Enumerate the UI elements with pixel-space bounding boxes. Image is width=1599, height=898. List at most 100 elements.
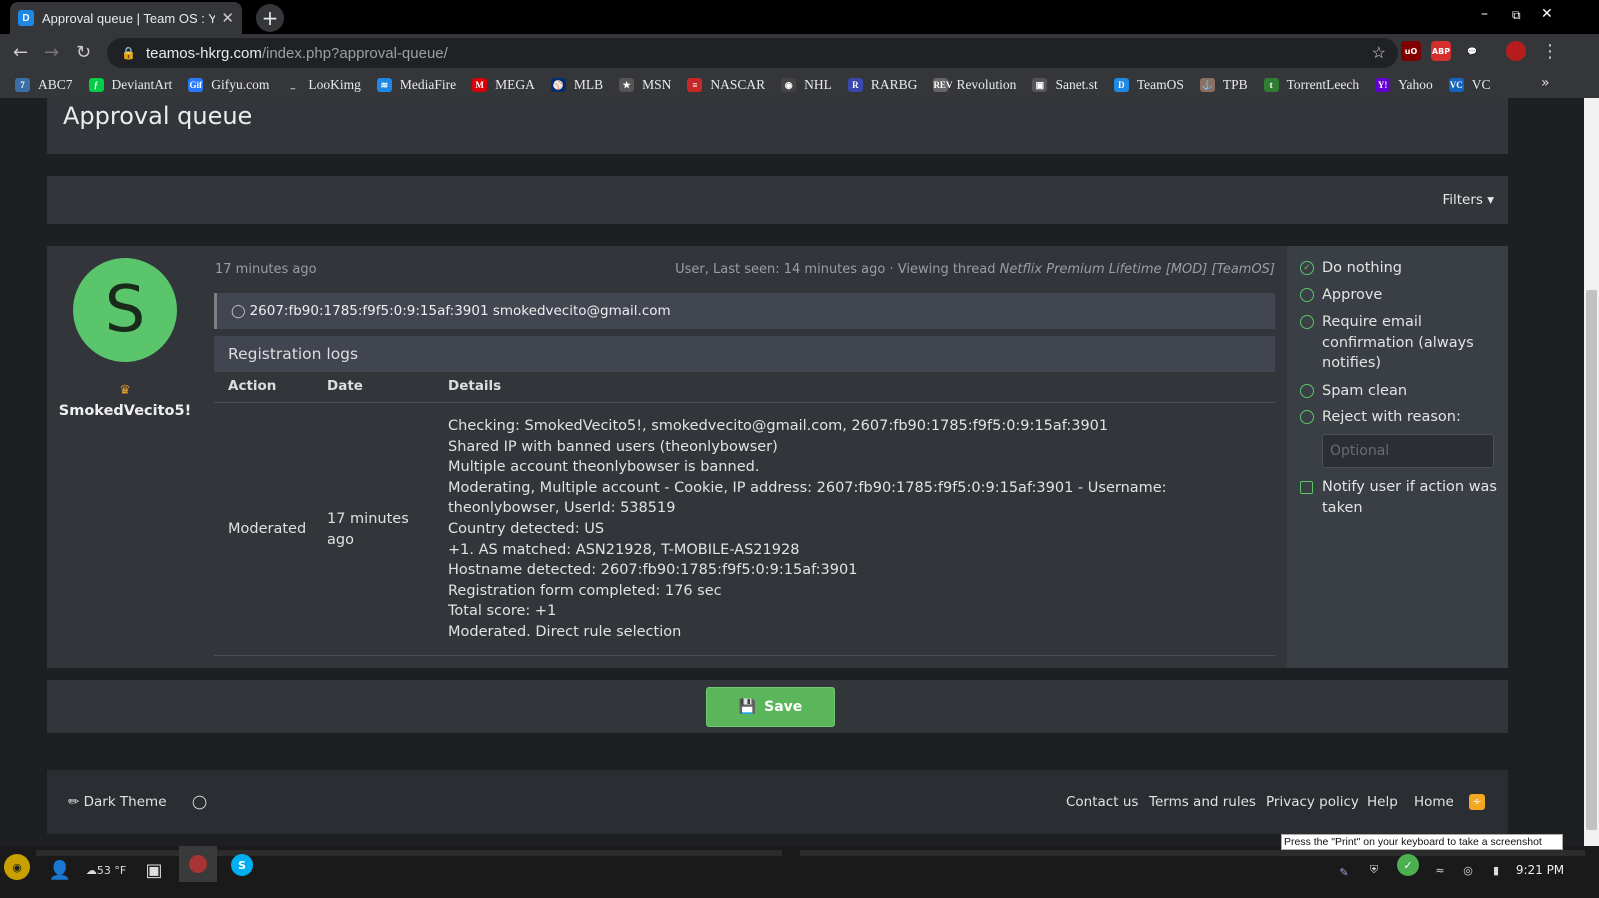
lock-icon[interactable]: 🔒	[121, 46, 136, 60]
radio-icon[interactable]	[1300, 288, 1314, 302]
address-bar[interactable]: 🔒 teamos-hkrg.com/index.php?approval-que…	[107, 38, 1398, 68]
weather-widget[interactable]: ☁ 53 °F	[82, 854, 130, 886]
option-approve[interactable]: Approve	[1300, 285, 1382, 306]
rss-icon[interactable]: ∻	[1469, 794, 1485, 810]
back-icon[interactable]: ←	[13, 42, 28, 63]
bookmark-msn[interactable]: ★ MSN	[619, 77, 671, 93]
bookmark-nhl[interactable]: ◉ NHL	[781, 77, 832, 93]
bookmark-star-icon[interactable]: ☆	[1372, 43, 1386, 63]
tab-close-icon[interactable]: ✕	[221, 9, 234, 27]
bookmark-nascar[interactable]: ≡ NASCAR	[687, 77, 765, 93]
filter-bar: Filters ▾	[47, 176, 1508, 224]
save-button[interactable]: 💾 Save	[706, 687, 835, 727]
bookmark-label: ABC7	[38, 77, 73, 92]
restore-icon[interactable]: ⧉	[1512, 8, 1521, 23]
save-label: Save	[764, 699, 803, 715]
time-ago: 17 minutes ago	[215, 262, 317, 277]
radio-icon[interactable]	[1300, 410, 1314, 424]
desktop-icon[interactable]: ▣	[143, 854, 165, 886]
bookmark-mega[interactable]: M MEGA	[472, 77, 535, 93]
ip-address[interactable]: 2607:fb90:1785:f9f5:0:9:15af:3901	[250, 303, 489, 319]
footer-link-contact[interactable]: Contact us	[1066, 794, 1138, 810]
gifyu-icon: Gif	[188, 78, 204, 92]
bookmark-yahoo[interactable]: Y! Yahoo	[1375, 77, 1433, 93]
pen-icon[interactable]: ✎	[1336, 856, 1352, 888]
bookmark-lookimg[interactable]: _ LooKimg	[285, 77, 361, 93]
option-require-email[interactable]: Require email confirmation (always notif…	[1300, 312, 1500, 374]
footer-link-privacy[interactable]: Privacy policy	[1266, 794, 1359, 810]
column-details: Details	[448, 378, 502, 394]
radio-icon[interactable]	[1300, 315, 1314, 329]
footer-link-home[interactable]: Home	[1414, 794, 1454, 810]
footer-link-help[interactable]: Help	[1367, 794, 1398, 810]
footer-link-terms[interactable]: Terms and rules	[1149, 794, 1256, 810]
reject-reason-input[interactable]: Optional	[1322, 434, 1494, 468]
clock[interactable]: 9:21 PM	[1512, 854, 1568, 886]
option-notify[interactable]: Notify user if action was taken	[1300, 477, 1500, 518]
bookmark-torrentleech[interactable]: t TorrentLeech	[1263, 77, 1359, 93]
vc-icon: VC	[1448, 78, 1464, 92]
new-tab-button[interactable]: +	[256, 4, 284, 32]
security-shield-icon[interactable]: ⛨	[1364, 854, 1384, 886]
bookmark-mediafire[interactable]: ≋ MediaFire	[376, 77, 456, 93]
bookmark-rarbg[interactable]: R RARBG	[847, 77, 917, 93]
bookmark-label: TPB	[1222, 77, 1248, 92]
toolbar: ← → ↻ 🔒 teamos-hkrg.com/index.php?approv…	[0, 34, 1599, 72]
msn-icon: ★	[619, 78, 635, 92]
page-title: Approval queue	[63, 102, 253, 130]
dark-theme-toggle[interactable]: ✏ Dark Theme	[68, 794, 167, 810]
radio-icon[interactable]	[1300, 384, 1314, 398]
checkbox-icon[interactable]	[1300, 481, 1313, 494]
bookmark-gifyu-com[interactable]: Gif Gifyu.com	[188, 77, 269, 93]
reload-icon[interactable]: ↻	[76, 42, 91, 63]
filters-dropdown[interactable]: Filters ▾	[1442, 192, 1494, 208]
option-label: Notify user if action was taken	[1322, 479, 1497, 516]
log-details: Checking: SmokedVecito5!, smokedvecito@g…	[448, 416, 1268, 643]
page-header: Approval queue	[47, 98, 1508, 154]
tab-approval-queue[interactable]: D Approval queue | Team OS : Y ✕	[10, 2, 242, 34]
action-options: ✓ Do nothing Approve Require email confir…	[1287, 246, 1508, 668]
forward-icon[interactable]: →	[44, 42, 59, 63]
log-detail-line: Moderating, Multiple account - Cookie, I…	[448, 479, 1167, 517]
bookmark-label: VC	[1471, 77, 1491, 92]
chrome-taskbar-icon[interactable]	[179, 846, 217, 882]
bookmark-abc7[interactable]: 7 ABC7	[15, 77, 73, 93]
scrollbar-thumb[interactable]	[1586, 290, 1597, 830]
user-icon[interactable]: 👤	[48, 854, 72, 886]
bookmark-label: Yahoo	[1398, 77, 1433, 92]
wifi-icon[interactable]: ≈	[1430, 854, 1450, 886]
browser-menu-icon[interactable]: ⋮	[1541, 41, 1559, 62]
start-menu-icon[interactable]: ◉	[4, 854, 30, 880]
bookmark-sanet-st[interactable]: ▣ Sanet.st	[1032, 77, 1098, 93]
bookmark-vc[interactable]: VC VC	[1448, 77, 1491, 93]
username-link[interactable]: ♛ SmokedVecito5!	[55, 380, 195, 421]
option-label: Do nothing	[1322, 260, 1403, 276]
avatar[interactable]: S	[73, 258, 177, 362]
battery-icon[interactable]: ▮	[1486, 854, 1506, 886]
bookmarks-bar: 7 ABC7 ƒ DeviantArt Gif Gifyu.com _ LooKimg ≋ Med…	[0, 72, 1599, 98]
close-window-icon[interactable]: ✕	[1541, 6, 1553, 22]
minimize-icon[interactable]: –	[1481, 6, 1488, 22]
bookmark-mlb[interactable]: ⚾ MLB	[550, 77, 603, 93]
adblock-plus-icon[interactable]: ABP	[1431, 41, 1451, 61]
radio-checked-icon[interactable]: ✓	[1300, 261, 1314, 275]
column-date: Date	[327, 378, 363, 394]
viewing-thread-link[interactable]: Netflix Premium Lifetime [MOD] [TeamOS]	[1000, 262, 1275, 277]
profile-avatar-icon[interactable]	[1506, 41, 1526, 61]
bookmark-tpb[interactable]: ⚓ TPB	[1199, 77, 1248, 93]
option-reject[interactable]: Reject with reason:	[1300, 407, 1461, 428]
bookmarks-overflow-icon[interactable]: »	[1541, 75, 1554, 91]
ublock-icon[interactable]: uO	[1401, 41, 1421, 61]
bookmark-label: DeviantArt	[111, 77, 173, 92]
skype-icon[interactable]: S	[231, 854, 253, 876]
bookmark-revolution[interactable]: REV Revolution	[933, 77, 1016, 93]
bookmark-teamos[interactable]: D TeamOS	[1113, 77, 1184, 93]
bookmark-deviantart[interactable]: ƒ DeviantArt	[88, 77, 173, 93]
lightbulb-icon[interactable]: ◯	[192, 794, 207, 810]
option-spam-clean[interactable]: Spam clean	[1300, 381, 1407, 402]
chat-extension-icon[interactable]: 💬	[1462, 41, 1482, 61]
volume-icon[interactable]: ◎	[1458, 854, 1478, 886]
brush-icon: ✏	[68, 794, 80, 810]
option-do-nothing[interactable]: ✓ Do nothing	[1300, 258, 1402, 279]
sync-check-icon[interactable]: ✓	[1397, 854, 1419, 876]
